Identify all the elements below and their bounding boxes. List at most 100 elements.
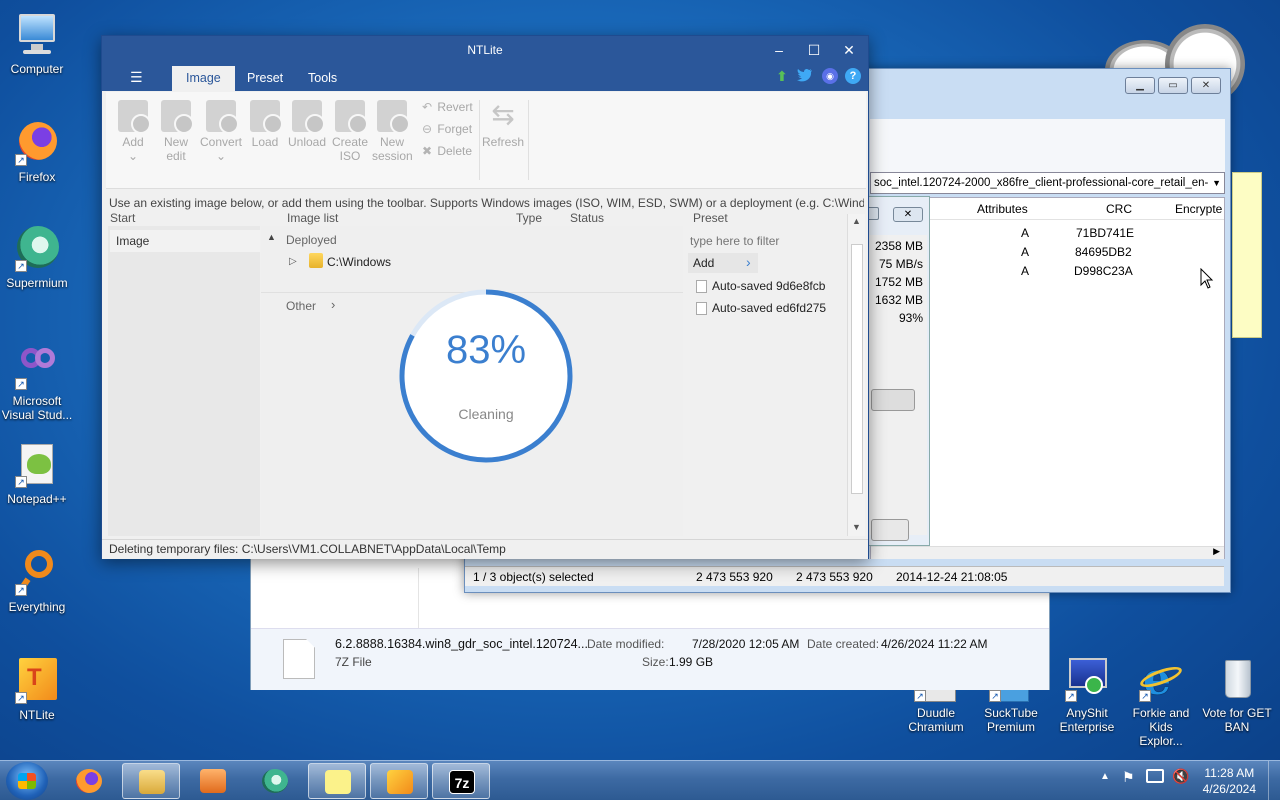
desktop-icon-firefox[interactable]: ↗ Firefox bbox=[0, 118, 74, 184]
desktop-icon-anyshit[interactable]: ↗ AnyShit Enterprise bbox=[1050, 656, 1124, 734]
progress-label: Cleaning bbox=[458, 406, 514, 422]
start-button[interactable] bbox=[6, 762, 48, 800]
ntlite-status-bar: Deleting temporary files: C:\Users\VM1.C… bbox=[102, 539, 868, 559]
scrollbar-thumb[interactable] bbox=[851, 244, 863, 494]
progress-compressed: 1632 MB bbox=[874, 293, 923, 307]
new-edit-button[interactable]: New edit bbox=[157, 100, 195, 163]
taskbar-sticky-notes[interactable] bbox=[308, 763, 366, 799]
desktop-icon-computer[interactable]: Computer bbox=[0, 10, 74, 76]
collapse-arrow-icon[interactable]: ▲ bbox=[267, 232, 276, 242]
extract-progress-dialog[interactable]: ✕ 2358 MB 75 MB/s 1752 MB 1632 MB 93% bbox=[862, 196, 930, 546]
taskbar-7zip[interactable]: 7z bbox=[432, 763, 490, 799]
desktop-icon-forkie[interactable]: e ↗ Forkie and Kids Explor... bbox=[1124, 656, 1198, 749]
document-icon bbox=[696, 280, 707, 293]
windows-image-item[interactable]: C:\Windows bbox=[327, 255, 391, 269]
date-modified-value: 7/28/2020 12:05 AM bbox=[692, 637, 800, 651]
load-icon bbox=[250, 100, 283, 134]
background-button[interactable] bbox=[871, 389, 915, 411]
taskbar-media-player[interactable] bbox=[184, 763, 242, 799]
internet-explorer-icon: e ↗ bbox=[1137, 656, 1185, 702]
column-encrypted[interactable]: Encrypte bbox=[1175, 202, 1222, 216]
chevron-right-icon[interactable]: › bbox=[331, 297, 335, 312]
load-button[interactable]: Load bbox=[246, 100, 284, 149]
desktop-icon-notepadpp[interactable]: ↗ Notepad++ bbox=[0, 440, 74, 506]
taskbar-firefox[interactable] bbox=[60, 763, 118, 799]
zip-status-bar: 1 / 3 object(s) selected 2 473 553 920 2… bbox=[465, 566, 1224, 586]
add-button[interactable]: Add ⌄ bbox=[114, 100, 152, 163]
show-desktop-button[interactable] bbox=[1268, 761, 1280, 800]
scroll-up-icon[interactable]: ▲ bbox=[852, 216, 861, 226]
new-session-button[interactable]: New session bbox=[372, 100, 413, 163]
horizontal-scrollbar[interactable]: ▶ bbox=[871, 546, 1224, 559]
minimize-button[interactable]: – bbox=[762, 40, 796, 60]
size-value: 1.99 GB bbox=[669, 655, 714, 669]
column-crc[interactable]: CRC bbox=[1106, 202, 1132, 216]
zip-path-combo[interactable]: soc_intel.120724-2000_x86fre_client-prof… bbox=[870, 172, 1225, 194]
file-name: 6.2.8888.16384.win8_gdr_soc_intel.120724… bbox=[335, 637, 588, 651]
expand-arrow-icon[interactable]: ▷ bbox=[289, 256, 297, 267]
notepadpp-icon: ↗ bbox=[13, 440, 61, 488]
vertical-scrollbar[interactable]: ▲ ▼ bbox=[847, 214, 865, 536]
refresh-button[interactable]: ⇆ Refresh bbox=[482, 100, 524, 150]
tab-image[interactable]: Image bbox=[172, 66, 235, 91]
twitter-icon[interactable] bbox=[797, 68, 813, 82]
show-hidden-icons[interactable]: ▲ bbox=[1100, 771, 1110, 782]
column-image-list[interactable]: Image list bbox=[287, 211, 338, 225]
preset-filter-input[interactable] bbox=[690, 230, 838, 252]
convert-button[interactable]: Convert ⌄ bbox=[200, 100, 242, 163]
maximize-button[interactable]: ▭ bbox=[1158, 77, 1188, 94]
network-icon[interactable] bbox=[1146, 769, 1164, 783]
delete-button[interactable]: ✖ Delete bbox=[422, 144, 472, 158]
ntlite-titlebar[interactable]: NTLite – ☐ ✕ ☰ Image Preset Tools ⬆ ◉ ? bbox=[102, 36, 868, 91]
desktop-icon-visual-studio[interactable]: ↗ Microsoft Visual Stud... bbox=[0, 342, 74, 422]
taskbar-supermium[interactable] bbox=[246, 763, 304, 799]
scroll-right-icon[interactable]: ▶ bbox=[1213, 546, 1220, 557]
ntlite-icon bbox=[387, 770, 413, 794]
taskbar-ntlite[interactable] bbox=[370, 763, 428, 799]
column-type[interactable]: Type bbox=[516, 211, 542, 225]
progress-total: 2358 MB bbox=[874, 239, 923, 253]
column-status[interactable]: Status bbox=[570, 211, 604, 225]
windows-logo-icon bbox=[18, 773, 36, 789]
folder-icon bbox=[309, 253, 323, 268]
ribbon-toolbar: Add ⌄ New edit Convert ⌄ Load Unload Create… bbox=[106, 92, 866, 189]
action-center-flag-icon[interactable]: ⚑ bbox=[1122, 769, 1135, 786]
ntlite-window[interactable]: NTLite – ☐ ✕ ☰ Image Preset Tools ⬆ ◉ ? … bbox=[101, 35, 869, 559]
scroll-down-icon[interactable]: ▼ bbox=[852, 522, 861, 532]
cancel-button[interactable] bbox=[871, 519, 909, 541]
hamburger-menu-icon[interactable]: ☰ bbox=[130, 69, 143, 86]
sticky-note[interactable] bbox=[1232, 172, 1262, 338]
update-arrow-icon[interactable]: ⬆ bbox=[774, 68, 790, 84]
create-iso-button[interactable]: Create ISO bbox=[331, 100, 369, 163]
tab-preset[interactable]: Preset bbox=[233, 66, 297, 91]
close-button[interactable]: ✕ bbox=[893, 207, 923, 222]
taskbar-explorer[interactable] bbox=[122, 763, 180, 799]
progress-ring bbox=[399, 289, 573, 463]
help-icon[interactable]: ? bbox=[845, 68, 861, 84]
maximize-button[interactable]: ☐ bbox=[797, 40, 831, 60]
other-group[interactable]: Other bbox=[286, 299, 316, 313]
column-attributes[interactable]: Attributes bbox=[977, 202, 1028, 216]
date-created-value: 4/26/2024 11:22 AM bbox=[881, 637, 988, 651]
desktop-icon-ntlite[interactable]: T ↗ NTLite bbox=[0, 656, 74, 722]
computer-icon bbox=[13, 10, 61, 58]
desktop-icon-everything[interactable]: ↗ Everything bbox=[0, 548, 74, 614]
taskbar-clock[interactable]: 11:28 AM 4/26/2024 bbox=[1203, 765, 1256, 797]
desktop-icon-recycle-bin[interactable]: Vote for GET BAN bbox=[1200, 656, 1274, 734]
forget-button[interactable]: ⊖ Forget bbox=[422, 122, 472, 136]
add-preset-button[interactable]: Add › bbox=[688, 253, 758, 273]
column-start: Start bbox=[110, 211, 136, 225]
unload-button[interactable]: Unload bbox=[288, 100, 326, 149]
dropdown-arrow-icon[interactable]: ▼ bbox=[1212, 173, 1221, 193]
discord-icon[interactable]: ◉ bbox=[822, 68, 838, 84]
start-item-image[interactable]: Image bbox=[110, 230, 260, 252]
minimize-button[interactable]: ▁ bbox=[1125, 77, 1155, 94]
desktop-icon-supermium[interactable]: ↗ Supermium bbox=[0, 224, 74, 290]
close-button[interactable]: ✕ bbox=[832, 40, 866, 60]
tab-tools[interactable]: Tools bbox=[294, 66, 351, 91]
zip-status-selected: 1 / 3 object(s) selected bbox=[473, 570, 594, 584]
revert-button[interactable]: ↶ Revert bbox=[422, 100, 473, 114]
volume-muted-icon[interactable]: 🔇 bbox=[1172, 768, 1189, 785]
close-button[interactable]: ✕ bbox=[1191, 77, 1221, 94]
clock-time: 11:28 AM bbox=[1204, 766, 1255, 780]
